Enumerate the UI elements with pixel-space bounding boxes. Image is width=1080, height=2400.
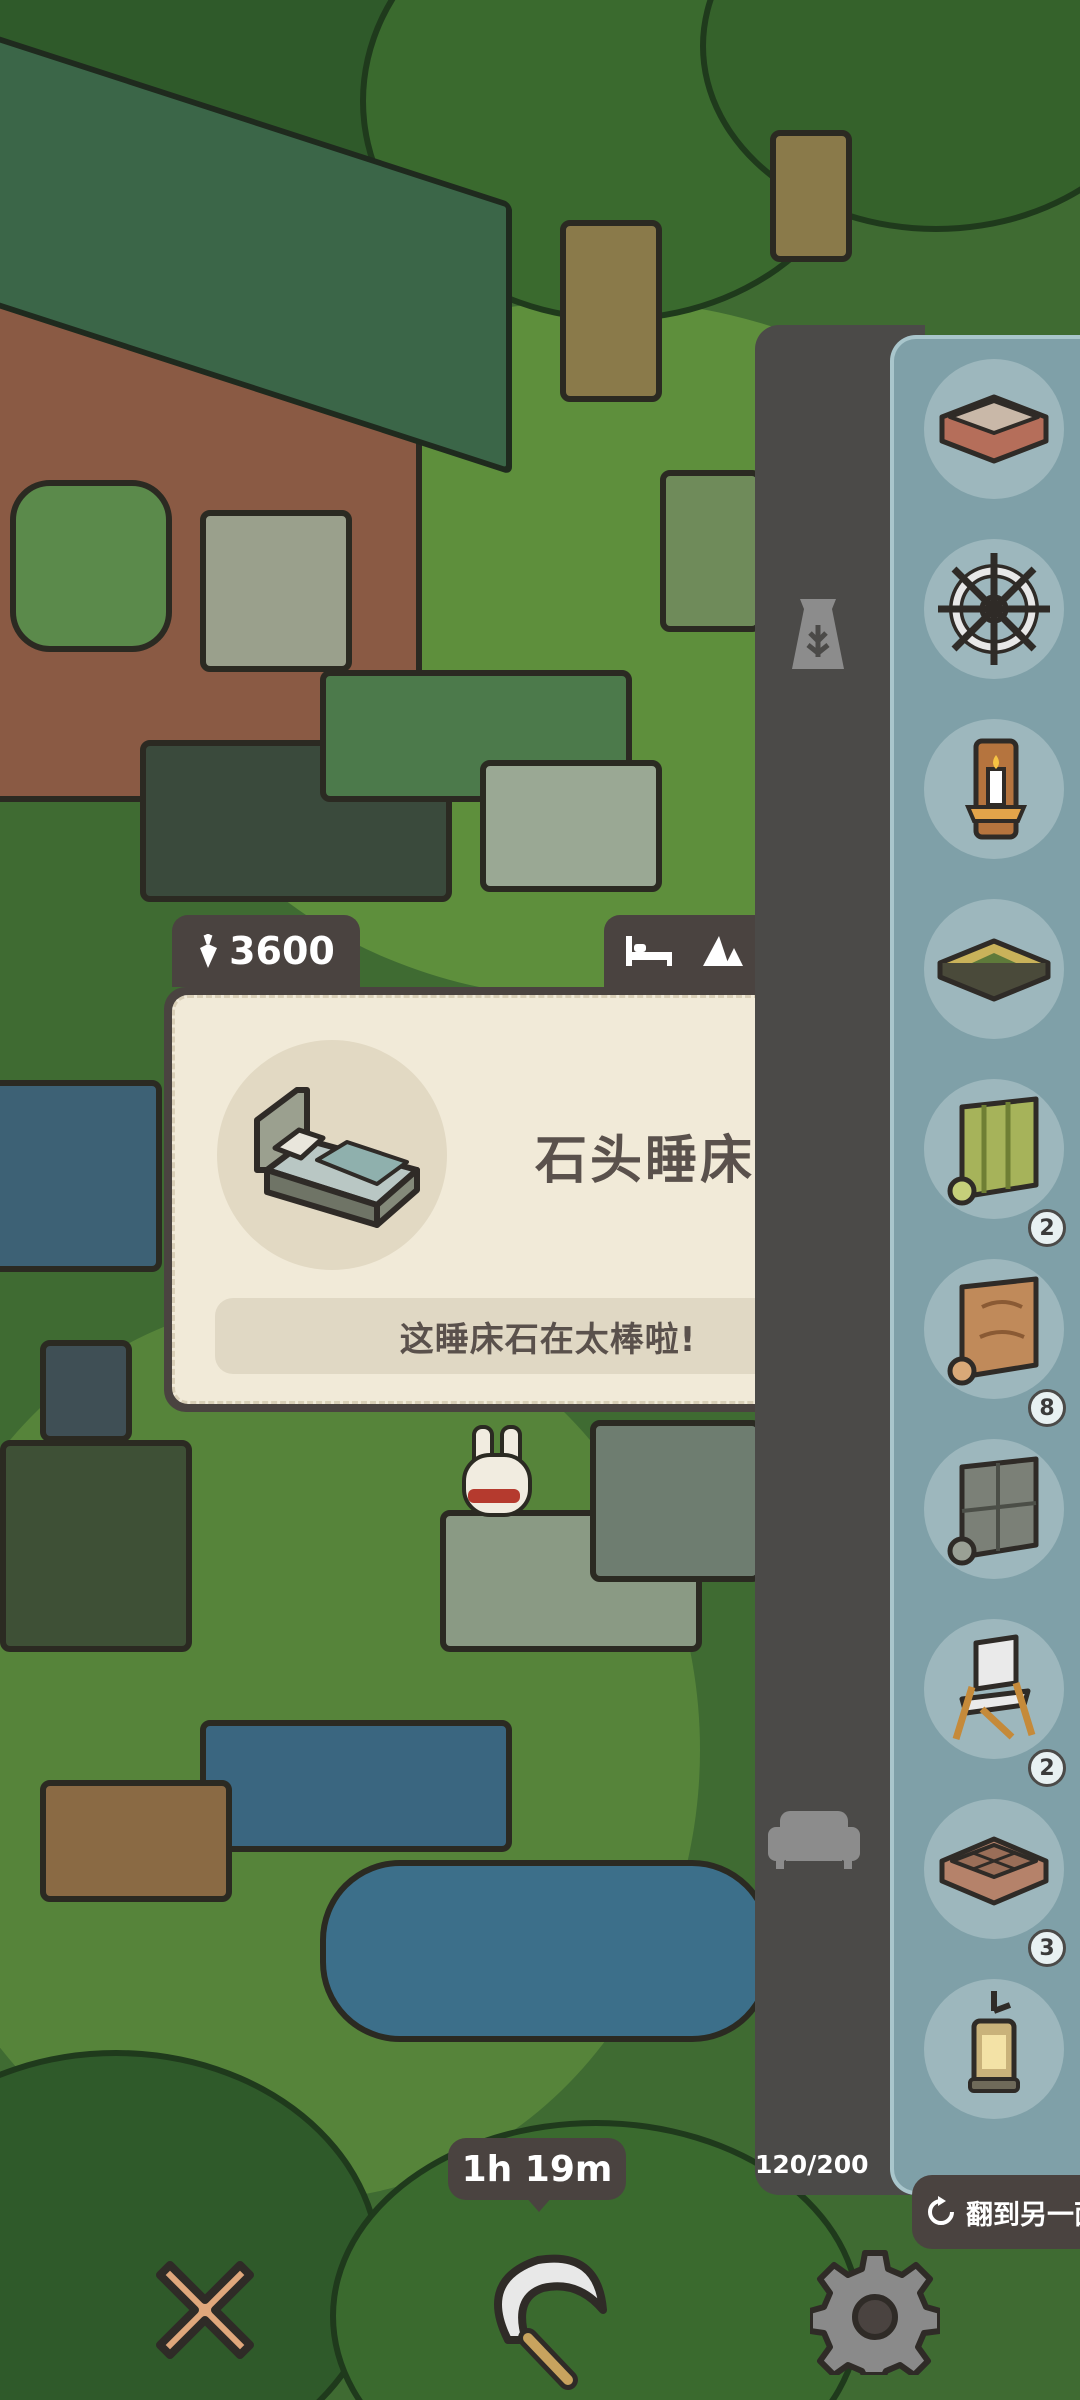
stone-tile-floor-icon bbox=[939, 1836, 1049, 1906]
inventory-item[interactable] bbox=[924, 539, 1064, 679]
item-thumbnail bbox=[217, 1040, 447, 1270]
inventory-item[interactable] bbox=[924, 359, 1064, 499]
rabbit-character[interactable] bbox=[462, 1425, 532, 1517]
hot-spring bbox=[590, 1420, 762, 1582]
potted-plant bbox=[10, 480, 172, 652]
wall-candle-icon bbox=[964, 738, 1028, 840]
ornate-table-icon bbox=[937, 938, 1051, 1002]
tree-trunk bbox=[560, 220, 662, 402]
inventory-capacity: 120/200 bbox=[755, 2150, 869, 2179]
folding-chair-icon bbox=[952, 1634, 1036, 1741]
stone-stove bbox=[200, 510, 352, 672]
stone-wallpaper-icon bbox=[947, 1456, 1039, 1566]
inventory-item[interactable] bbox=[924, 1799, 1064, 1939]
water-pond bbox=[200, 1720, 512, 1852]
item-name: 石头睡床 bbox=[535, 1131, 756, 1191]
gear-icon[interactable] bbox=[810, 2245, 940, 2375]
inventory-item[interactable] bbox=[924, 1619, 1064, 1759]
inventory-item[interactable] bbox=[924, 899, 1064, 1039]
flip-side-button[interactable]: 翻到另一面 bbox=[912, 2175, 1080, 2249]
rotate-icon bbox=[928, 2196, 954, 2225]
trash-can bbox=[40, 1340, 132, 1442]
price-tab: 3600 bbox=[172, 915, 360, 987]
garden-bench bbox=[660, 470, 762, 632]
bed-icon[interactable] bbox=[624, 934, 674, 968]
tent-icon[interactable] bbox=[701, 934, 745, 968]
tree-trunk bbox=[770, 130, 852, 262]
inventory-item[interactable] bbox=[924, 1079, 1064, 1219]
wooden-table bbox=[40, 1780, 232, 1902]
bamboo-wallpaper-icon bbox=[947, 1096, 1039, 1206]
sofa-icon[interactable] bbox=[766, 1805, 862, 1871]
wooden-deck bbox=[0, 1440, 192, 1652]
hanging-lantern-icon bbox=[968, 1991, 1020, 2093]
harvest-timer: 1h 19m bbox=[448, 2138, 626, 2200]
inventory-item[interactable] bbox=[924, 1259, 1064, 1399]
wood-wallpaper-icon bbox=[947, 1276, 1039, 1386]
close-x-icon[interactable] bbox=[140, 2245, 270, 2375]
seed-bag-icon[interactable] bbox=[786, 595, 850, 673]
item-count-badge: 3 bbox=[1028, 1929, 1066, 1967]
inventory-item[interactable] bbox=[924, 1979, 1064, 2119]
item-count-badge: 2 bbox=[1028, 1209, 1066, 1247]
item-count-badge: 8 bbox=[1028, 1389, 1066, 1427]
inventory-item[interactable] bbox=[924, 1439, 1064, 1579]
price-amount: 3600 bbox=[229, 929, 335, 973]
stone-sink bbox=[480, 760, 662, 892]
ship-wheel-icon bbox=[938, 553, 1050, 665]
inventory-item[interactable] bbox=[924, 719, 1064, 859]
stone-bed-icon bbox=[254, 1087, 420, 1228]
pond bbox=[320, 1860, 772, 2042]
carrot-icon bbox=[200, 934, 218, 968]
item-count-badge: 2 bbox=[1028, 1749, 1066, 1787]
blue-sofa bbox=[0, 1080, 162, 1272]
inventory-list[interactable]: 2 8 2 3 bbox=[890, 335, 1080, 2195]
timer-pointer bbox=[525, 2196, 553, 2212]
wooden-crate-icon bbox=[939, 394, 1049, 464]
sickle-icon[interactable] bbox=[468, 2240, 618, 2390]
flip-side-label: 翻到另一面 bbox=[966, 2199, 1080, 2231]
